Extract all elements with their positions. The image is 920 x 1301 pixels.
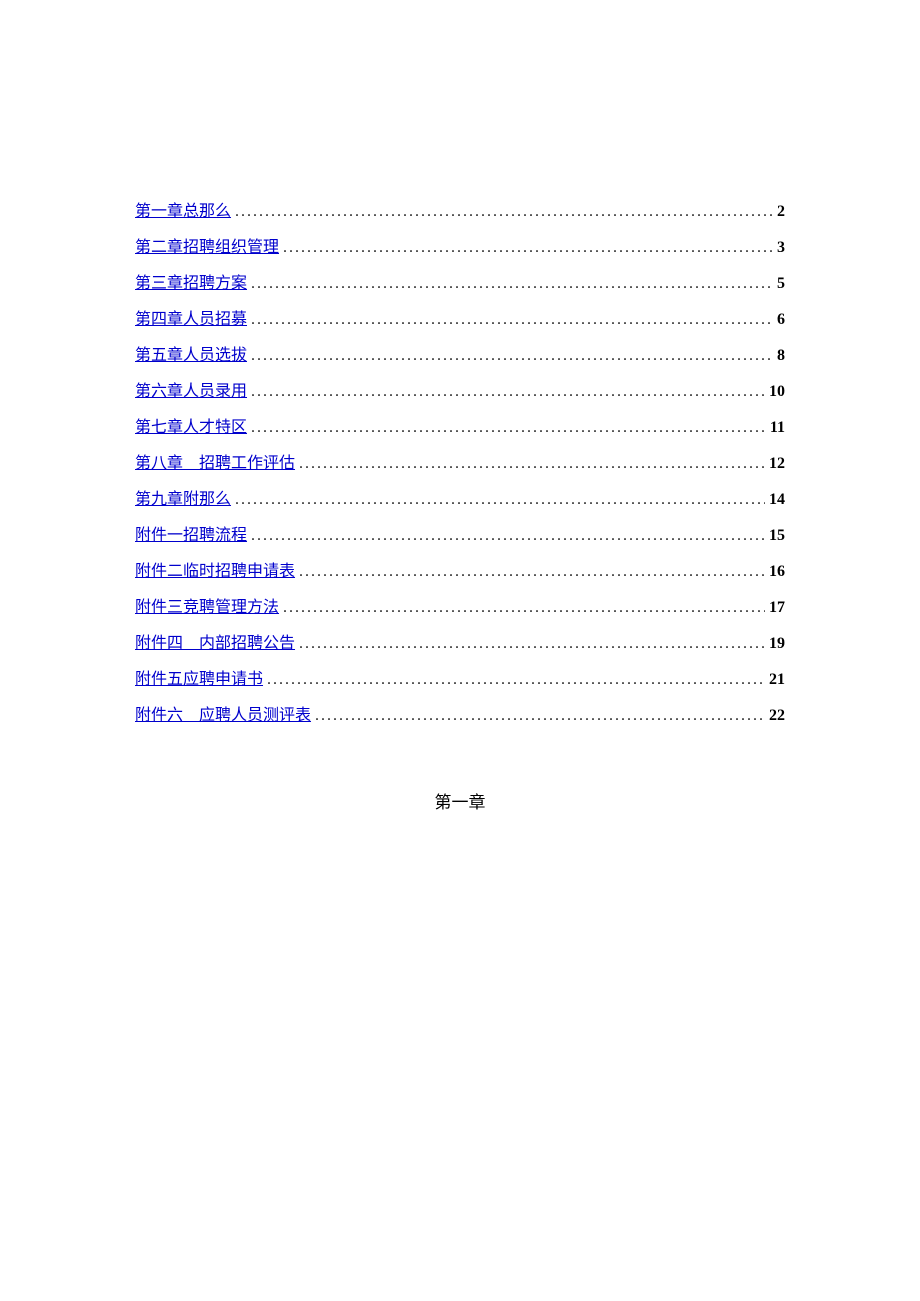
toc-page: 2 [777, 200, 785, 224]
toc-leader [251, 272, 773, 296]
toc-page: 22 [769, 704, 785, 728]
toc-page: 5 [777, 272, 785, 296]
toc-page: 11 [770, 416, 785, 440]
toc-link[interactable]: 第九章附那么 [135, 488, 231, 512]
toc-leader [283, 596, 765, 620]
toc-page: 14 [769, 488, 785, 512]
table-of-contents: 第一章总那么 2 第二章招聘组织管理 3 第三章招聘方案 5 第四章人员招募 6… [135, 200, 785, 728]
toc-entry: 第四章人员招募 6 [135, 308, 785, 332]
toc-entry: 第二章招聘组织管理 3 [135, 236, 785, 260]
toc-leader [251, 416, 766, 440]
toc-link[interactable]: 第三章招聘方案 [135, 272, 247, 296]
toc-entry: 附件六 应聘人员测评表 22 [135, 704, 785, 728]
toc-entry: 第九章附那么 14 [135, 488, 785, 512]
toc-leader [251, 380, 765, 404]
toc-page: 6 [777, 308, 785, 332]
toc-leader [299, 632, 765, 656]
toc-link[interactable]: 第六章人员录用 [135, 380, 247, 404]
toc-entry: 附件一招聘流程 15 [135, 524, 785, 548]
document-page: 第一章总那么 2 第二章招聘组织管理 3 第三章招聘方案 5 第四章人员招募 6… [0, 0, 920, 1301]
toc-leader [283, 236, 773, 260]
toc-link[interactable]: 第一章总那么 [135, 200, 231, 224]
toc-page: 16 [769, 560, 785, 584]
toc-page: 10 [769, 380, 785, 404]
toc-page: 15 [769, 524, 785, 548]
toc-leader [315, 704, 765, 728]
toc-leader [251, 308, 773, 332]
toc-link[interactable]: 附件五应聘申请书 [135, 668, 263, 692]
toc-entry: 附件二临时招聘申请表 16 [135, 560, 785, 584]
toc-link[interactable]: 第四章人员招募 [135, 308, 247, 332]
toc-link[interactable]: 附件四 内部招聘公告 [135, 632, 295, 656]
toc-leader [251, 344, 773, 368]
toc-entry: 第六章人员录用 10 [135, 380, 785, 404]
toc-entry: 附件三竞聘管理方法 17 [135, 596, 785, 620]
toc-page: 19 [769, 632, 785, 656]
toc-link[interactable]: 附件二临时招聘申请表 [135, 560, 295, 584]
toc-entry: 第七章人才特区 11 [135, 416, 785, 440]
toc-entry: 第八章 招聘工作评估 12 [135, 452, 785, 476]
toc-link[interactable]: 第八章 招聘工作评估 [135, 452, 295, 476]
toc-page: 12 [769, 452, 785, 476]
toc-link[interactable]: 附件三竞聘管理方法 [135, 596, 279, 620]
toc-page: 8 [777, 344, 785, 368]
toc-page: 17 [769, 596, 785, 620]
toc-leader [299, 560, 765, 584]
toc-leader [235, 200, 773, 224]
toc-leader [299, 452, 765, 476]
toc-leader [267, 668, 765, 692]
toc-entry: 第三章招聘方案 5 [135, 272, 785, 296]
toc-link[interactable]: 附件一招聘流程 [135, 524, 247, 548]
toc-link[interactable]: 附件六 应聘人员测评表 [135, 704, 311, 728]
toc-entry: 附件四 内部招聘公告 19 [135, 632, 785, 656]
toc-link[interactable]: 第二章招聘组织管理 [135, 236, 279, 260]
toc-page: 3 [777, 236, 785, 260]
toc-entry: 第一章总那么 2 [135, 200, 785, 224]
toc-leader [251, 524, 765, 548]
toc-entry: 附件五应聘申请书 21 [135, 668, 785, 692]
toc-link[interactable]: 第七章人才特区 [135, 416, 247, 440]
toc-entry: 第五章人员选拔 8 [135, 344, 785, 368]
toc-link[interactable]: 第五章人员选拔 [135, 344, 247, 368]
toc-page: 21 [769, 668, 785, 692]
toc-leader [235, 488, 765, 512]
chapter-heading: 第一章 [135, 788, 785, 813]
